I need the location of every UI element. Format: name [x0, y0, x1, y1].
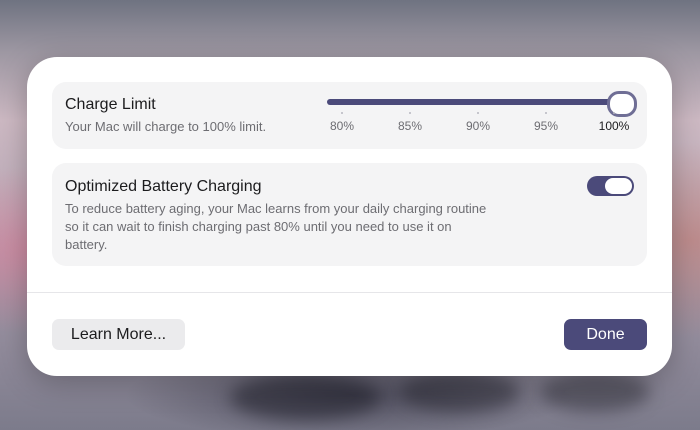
- optimized-charging-card: Optimized Battery Charging To reduce bat…: [52, 163, 647, 266]
- slider-thumb[interactable]: [607, 91, 637, 117]
- slider-tick-label: 95%: [533, 119, 559, 133]
- slider-tick: [409, 112, 411, 114]
- charge-limit-description: Your Mac will charge to 100% limit.: [65, 119, 267, 134]
- battery-options-dialog: Charge Limit Your Mac will charge to 100…: [27, 57, 672, 376]
- slider-tick: [613, 112, 615, 114]
- background-blur-shape: [540, 372, 650, 412]
- charge-limit-slider[interactable]: [327, 99, 619, 105]
- description-line: To reduce battery aging, your Mac learns…: [65, 201, 487, 216]
- learn-more-button[interactable]: Learn More...: [52, 319, 185, 350]
- charge-limit-title: Charge Limit: [65, 96, 156, 113]
- slider-tick-label: 100%: [598, 119, 630, 133]
- toggle-knob: [605, 178, 632, 194]
- description-line: battery.: [65, 237, 108, 252]
- slider-fill: [327, 99, 619, 105]
- optimized-charging-toggle[interactable]: [587, 176, 634, 196]
- slider-tick-label: 80%: [329, 119, 355, 133]
- slider-tick: [545, 112, 547, 114]
- slider-tick-label: 90%: [465, 119, 491, 133]
- slider-tick-label: 85%: [397, 119, 423, 133]
- slider-tick: [341, 112, 343, 114]
- optimized-charging-title: Optimized Battery Charging: [65, 178, 262, 195]
- background-blur-shape: [400, 372, 520, 412]
- divider: [27, 292, 672, 293]
- done-button[interactable]: Done: [564, 319, 647, 350]
- optimized-charging-description: To reduce battery aging, your Mac learns…: [65, 200, 486, 254]
- charge-limit-card: Charge Limit Your Mac will charge to 100…: [52, 82, 647, 149]
- slider-tick: [477, 112, 479, 114]
- background-blur-shape: [230, 375, 380, 420]
- description-line: so it can wait to finish charging past 8…: [65, 219, 452, 234]
